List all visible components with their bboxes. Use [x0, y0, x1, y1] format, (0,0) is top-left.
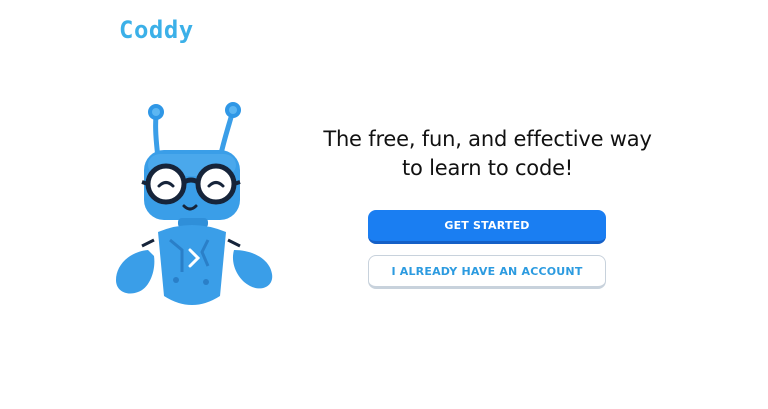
get-started-button[interactable]: GET STARTED	[368, 210, 606, 244]
headline-line-2: to learn to code!	[401, 156, 574, 180]
robot-mascot-icon	[116, 102, 273, 305]
have-account-button[interactable]: I ALREADY HAVE AN ACCOUNT	[368, 255, 606, 289]
coddy-logo[interactable]: Coddy	[119, 16, 194, 44]
hero-headline: The free, fun, and effective way to lear…	[300, 125, 675, 183]
headline-line-1: The free, fun, and effective way	[323, 127, 652, 151]
welcome-page: Coddy The free, fun, and effective way t…	[0, 0, 768, 409]
